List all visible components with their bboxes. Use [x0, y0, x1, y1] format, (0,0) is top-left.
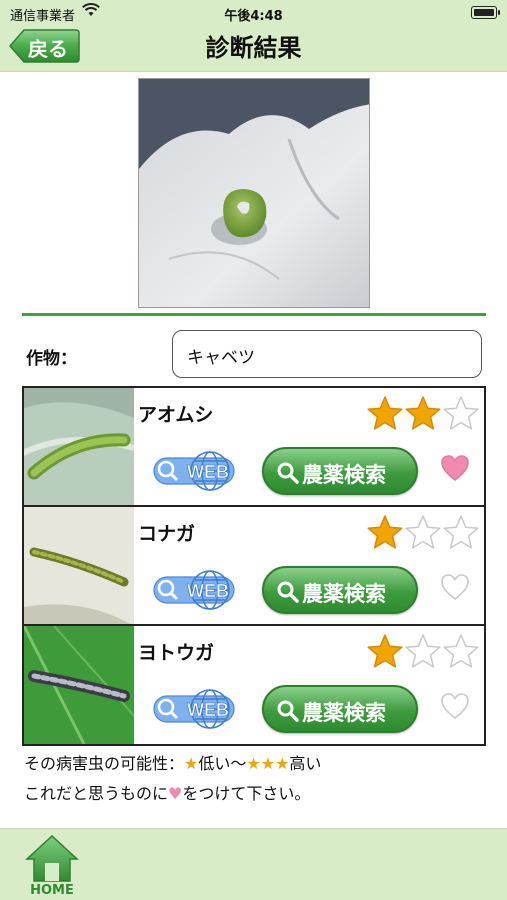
favorite-heart-icon[interactable] [440, 454, 470, 482]
likelihood-stars [366, 632, 480, 670]
status-bar: 通信事業者 午後4:48 [0, 0, 507, 26]
web-search-button[interactable]: WEB [152, 688, 236, 730]
star-filled-icon [367, 515, 403, 549]
bottom-bar: HOME [0, 828, 507, 900]
web-label: WEB [187, 581, 229, 601]
crop-label: 作物： [26, 349, 77, 369]
home-icon [25, 834, 79, 882]
favorite-heart-icon[interactable] [440, 573, 470, 601]
pesticide-search-label: 農薬検索 [302, 582, 386, 606]
pest-name: ヨトウガ [138, 642, 215, 664]
page-title: 診断結果 [205, 34, 302, 62]
web-label: WEB [187, 700, 229, 720]
list-item: ヨトウガ WEB 農薬検索 [24, 626, 484, 744]
pesticide-search-button[interactable]: 農薬検索 [262, 685, 418, 733]
search-icon [277, 700, 299, 722]
crop-field[interactable]: キャベツ [172, 330, 482, 378]
star-filled-icon [405, 396, 441, 430]
pest-name: アオムシ [138, 404, 214, 426]
likelihood-stars [366, 513, 480, 551]
web-search-button[interactable]: WEB [152, 450, 236, 492]
list-item: アオムシ WEB 農薬検索 [24, 388, 484, 507]
favorite-heart-icon[interactable] [440, 692, 470, 720]
star-empty-icon [443, 515, 479, 549]
home-button[interactable]: HOME [24, 833, 80, 898]
pesticide-search-button[interactable]: 農薬検索 [262, 566, 418, 614]
pest-thumbnail [24, 626, 134, 744]
pesticide-search-label: 農薬検索 [302, 463, 386, 487]
pesticide-search-button[interactable]: 農薬検索 [262, 447, 418, 495]
heart-icon: ♥ [168, 784, 183, 803]
battery-icon [471, 6, 500, 19]
star-filled-icon [367, 634, 403, 668]
pest-thumbnail [24, 388, 134, 505]
diagnosed-photo [138, 78, 370, 308]
star-icon: ★★★ [246, 754, 290, 773]
results-list: アオムシ WEB 農薬検索 コナガ WEB 農薬検索 ヨトウガ WEB 農薬検索 [22, 386, 486, 746]
pesticide-search-label: 農薬検索 [302, 701, 386, 725]
web-label: WEB [187, 462, 229, 482]
star-icon: ★ [184, 754, 199, 773]
pest-thumbnail [24, 507, 134, 624]
star-empty-icon [443, 634, 479, 668]
home-label: HOME [30, 883, 74, 898]
star-empty-icon [405, 515, 441, 549]
star-empty-icon [405, 634, 441, 668]
likelihood-note: その病害虫の可能性：★低い〜★★★高い [24, 754, 322, 773]
top-bar: 通信事業者 午後4:48 戻る 診断結果 [0, 0, 507, 72]
search-icon [277, 581, 299, 603]
favorite-note: これだと思うものに♥をつけて下さい。 [24, 784, 311, 803]
list-item: コナガ WEB 農薬検索 [24, 507, 484, 626]
pest-name: コナガ [138, 523, 196, 545]
star-empty-icon [443, 396, 479, 430]
clock: 午後4:48 [224, 9, 283, 24]
search-icon [277, 462, 299, 484]
web-search-button[interactable]: WEB [152, 569, 236, 611]
star-filled-icon [367, 396, 403, 430]
section-divider [22, 313, 486, 316]
likelihood-stars [366, 394, 480, 432]
